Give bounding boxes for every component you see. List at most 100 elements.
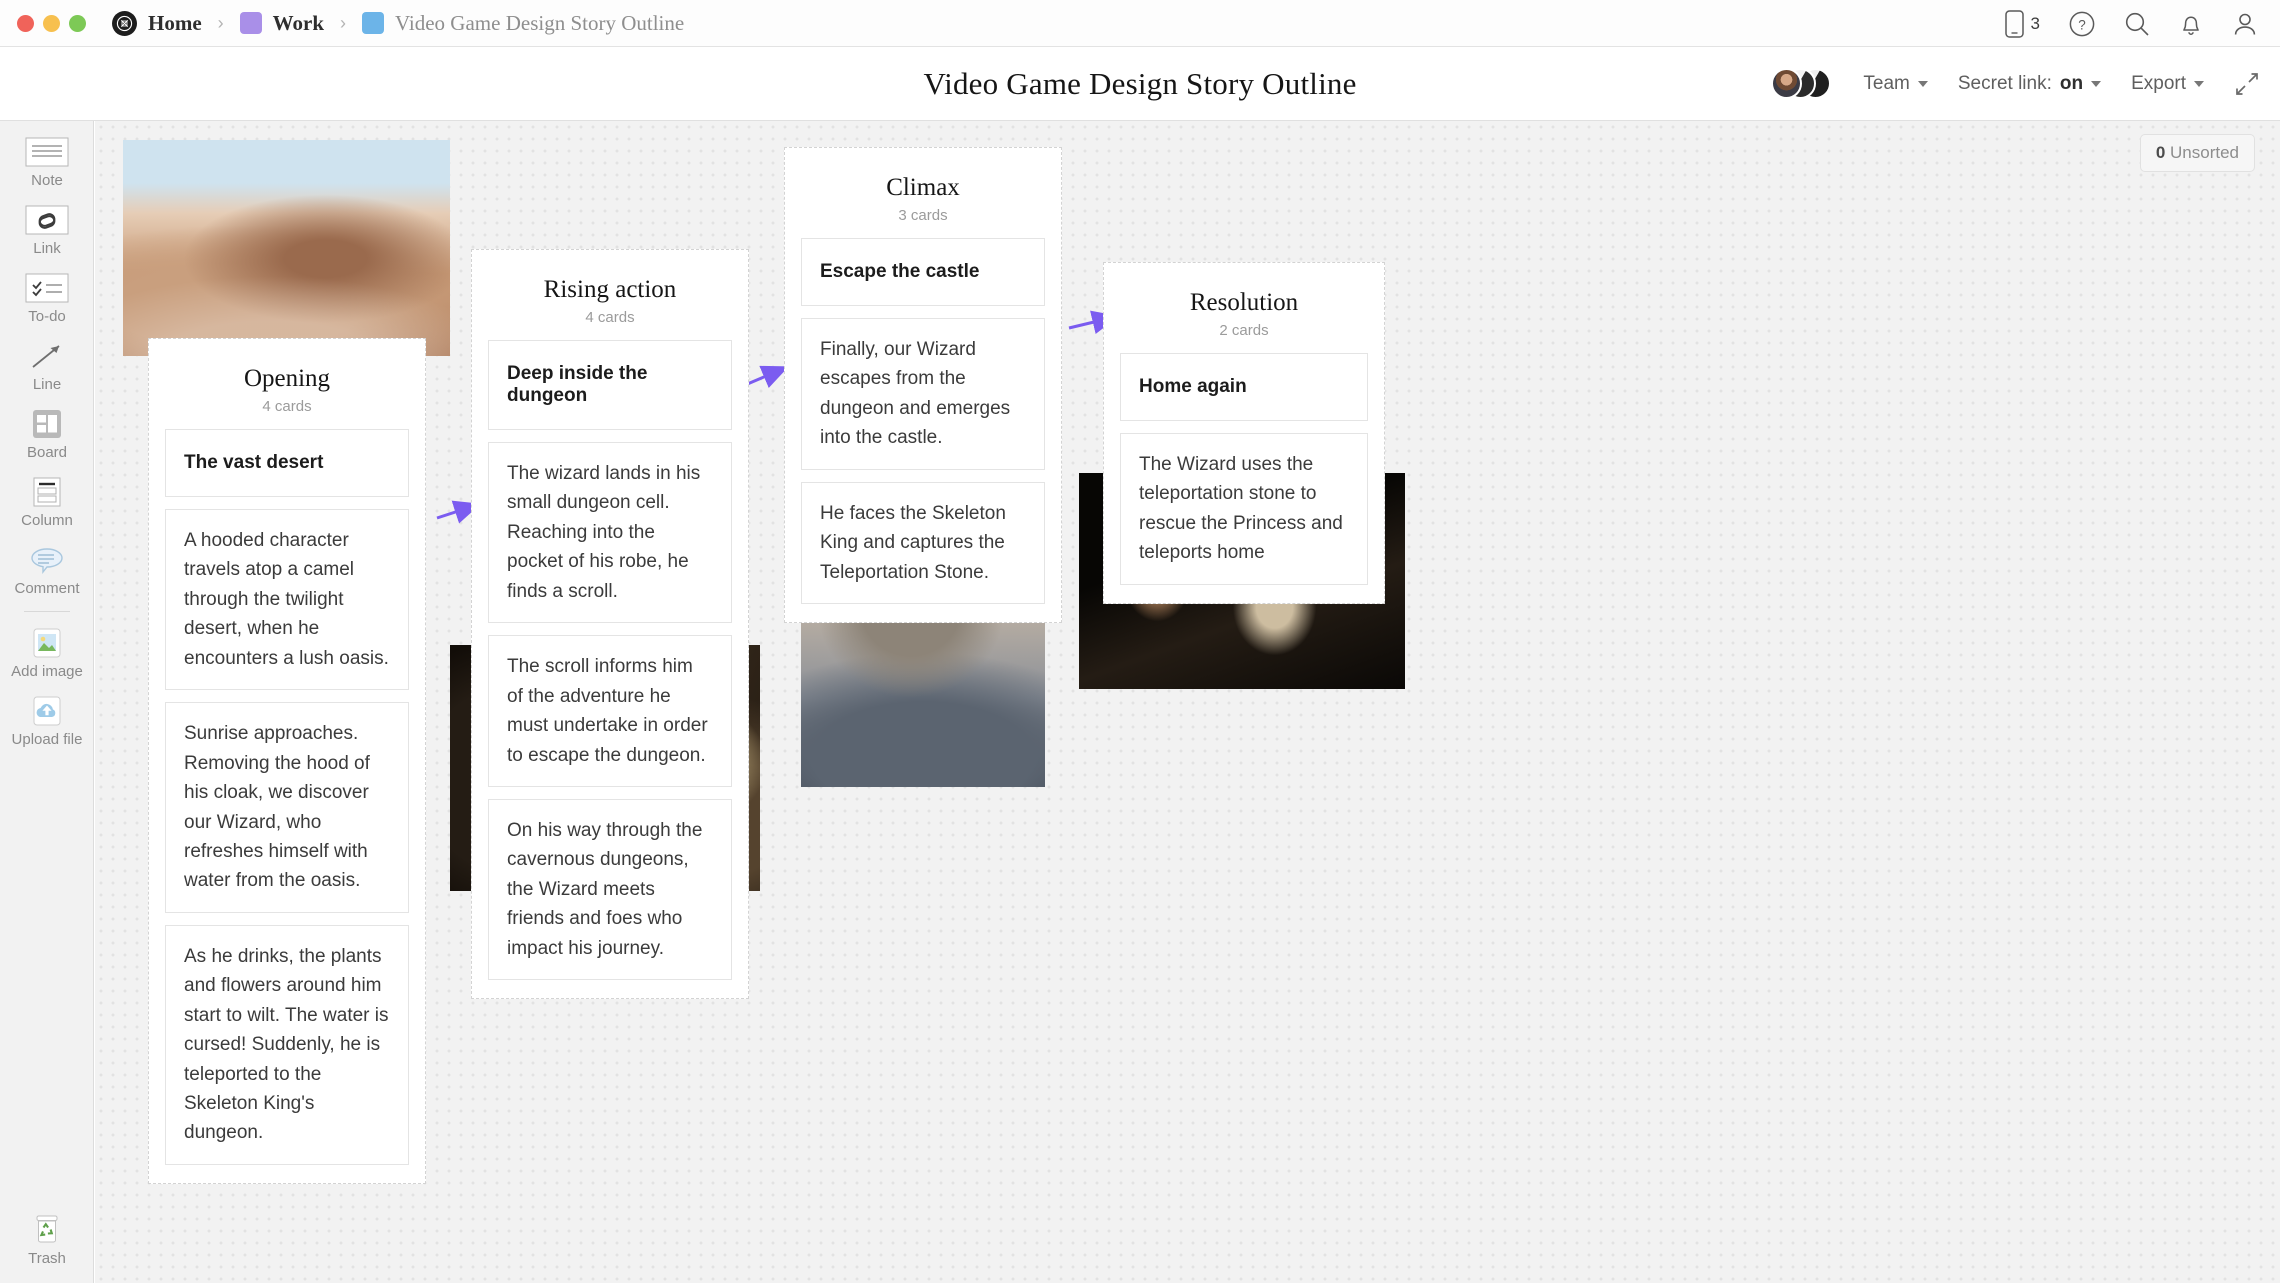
window-title-bar: Home › Work › Video Game Design Story Ou…	[0, 0, 2280, 47]
card-note[interactable]: A hooded character travels atop a camel …	[165, 509, 409, 690]
svg-text:?: ?	[2078, 17, 2086, 32]
card-note-text: As he drinks, the plants and flowers aro…	[184, 942, 390, 1148]
card-note[interactable]: Sunrise approaches. Removing the hood of…	[165, 702, 409, 913]
add-image-icon	[22, 626, 72, 659]
tool-add-image[interactable]: Add image	[0, 612, 94, 680]
card-note-text: The wizard lands in his small dungeon ce…	[507, 459, 713, 606]
milanote-logo-icon	[112, 11, 137, 36]
board-resolution[interactable]: Resolution 2 cards Home again The Wizard…	[1103, 262, 1385, 604]
card-title-text: Deep inside the dungeon	[507, 363, 713, 407]
card-title-item[interactable]: The vast desert	[165, 429, 409, 497]
tool-label: To-do	[0, 308, 94, 325]
secret-link-dropdown[interactable]: Secret link: on	[1958, 73, 2101, 95]
line-arrow-icon	[22, 339, 72, 372]
link-icon	[22, 203, 72, 236]
card-note[interactable]: Finally, our Wizard escapes from the dun…	[801, 318, 1045, 470]
tool-label: Upload file	[0, 731, 94, 748]
breadcrumb-label-current: Video Game Design Story Outline	[395, 11, 684, 36]
window-minimize-button[interactable]	[43, 15, 60, 32]
breadcrumb-label-home: Home	[148, 11, 202, 36]
unsorted-badge[interactable]: 0 Unsorted	[2140, 134, 2255, 172]
window-controls	[17, 15, 86, 32]
breadcrumb-item-home[interactable]: Home	[112, 11, 202, 36]
trash-recycle-icon	[22, 1213, 72, 1246]
card-note-text: Finally, our Wizard escapes from the dun…	[820, 335, 1026, 453]
window-close-button[interactable]	[17, 15, 34, 32]
card-note[interactable]: On his way through the cavernous dungeon…	[488, 799, 732, 980]
card-note[interactable]: The scroll informs him of the adventure …	[488, 635, 732, 787]
comment-icon	[22, 543, 72, 576]
tool-upload-file[interactable]: Upload file	[0, 680, 94, 748]
help-icon[interactable]: ?	[2069, 11, 2095, 37]
unsorted-count: 0	[2156, 143, 2165, 162]
board-title: Rising action	[488, 276, 732, 304]
board-title: Climax	[801, 174, 1045, 202]
board-opening[interactable]: Opening 4 cards The vast desert A hooded…	[148, 338, 426, 1184]
tool-label: Trash	[0, 1250, 94, 1267]
window-maximize-button[interactable]	[69, 15, 86, 32]
tool-label: Link	[0, 240, 94, 257]
desert-image[interactable]	[123, 140, 450, 356]
board-icon	[22, 407, 72, 440]
tool-trash[interactable]: Trash	[0, 1199, 94, 1267]
export-dropdown[interactable]: Export	[2131, 73, 2204, 95]
column-icon	[22, 475, 72, 508]
mobile-icon[interactable]: 3	[2005, 10, 2040, 38]
notifications-bell-icon[interactable]	[2179, 11, 2203, 37]
breadcrumb: Home › Work › Video Game Design Story Ou…	[112, 11, 684, 36]
card-title-item[interactable]: Escape the castle	[801, 238, 1045, 306]
chevron-down-icon	[2091, 81, 2101, 87]
secret-link-value: on	[2060, 73, 2083, 95]
chevron-down-icon	[2194, 81, 2204, 87]
board-climax[interactable]: Climax 3 cards Escape the castle Finally…	[784, 147, 1062, 623]
page-title: Video Game Design Story Outline	[923, 66, 1356, 102]
card-title-text: The vast desert	[184, 452, 390, 474]
card-note[interactable]: The Wizard uses the teleportation stone …	[1120, 433, 1368, 585]
expand-fullscreen-icon[interactable]	[2234, 71, 2260, 97]
card-title-item[interactable]: Home again	[1120, 353, 1368, 421]
tool-line[interactable]: Line	[0, 325, 94, 393]
tool-label: Add image	[0, 663, 94, 680]
board-canvas[interactable]: 0 Unsorted Opening 4 cards The vast dese…	[95, 121, 2280, 1283]
document-header-actions: Team Secret link: on Export	[1771, 47, 2260, 121]
tools-sidebar: Note Link To-do Line Board Column	[0, 121, 94, 1283]
breadcrumb-chip-current	[362, 12, 384, 34]
tool-note[interactable]: Note	[0, 121, 94, 189]
tool-todo[interactable]: To-do	[0, 257, 94, 325]
titlebar-actions: 3 ?	[2005, 0, 2258, 47]
tool-label: Comment	[0, 580, 94, 597]
card-note[interactable]: The wizard lands in his small dungeon ce…	[488, 442, 732, 623]
search-icon[interactable]	[2124, 11, 2150, 37]
secret-link-label: Secret link:	[1958, 73, 2052, 95]
collaborator-avatars[interactable]	[1771, 68, 1833, 100]
breadcrumb-item-current[interactable]: Video Game Design Story Outline	[362, 11, 684, 36]
card-note[interactable]: He faces the Skeleton King and captures …	[801, 482, 1045, 604]
tool-label: Line	[0, 376, 94, 393]
card-title-text: Home again	[1139, 376, 1349, 398]
note-icon	[22, 135, 72, 168]
card-note[interactable]: As he drinks, the plants and flowers aro…	[165, 925, 409, 1165]
upload-file-icon	[22, 694, 72, 727]
tool-label: Column	[0, 512, 94, 529]
card-title-item[interactable]: Deep inside the dungeon	[488, 340, 732, 430]
team-dropdown[interactable]: Team	[1863, 73, 1927, 95]
card-note-text: A hooded character travels atop a camel …	[184, 526, 390, 673]
tool-column[interactable]: Column	[0, 461, 94, 529]
account-person-icon[interactable]	[2232, 11, 2258, 37]
tool-board[interactable]: Board	[0, 393, 94, 461]
breadcrumb-separator: ›	[218, 13, 224, 34]
board-card-count: 4 cards	[165, 398, 409, 415]
tool-comment[interactable]: Comment	[0, 529, 94, 597]
board-title: Opening	[165, 365, 409, 393]
breadcrumb-item-work[interactable]: Work	[240, 11, 324, 36]
board-card-count: 3 cards	[801, 207, 1045, 224]
card-title-text: Escape the castle	[820, 261, 1026, 283]
card-note-text: On his way through the cavernous dungeon…	[507, 816, 713, 963]
board-rising-action[interactable]: Rising action 4 cards Deep inside the du…	[471, 249, 749, 999]
card-note-text: He faces the Skeleton King and captures …	[820, 499, 1026, 587]
tool-label: Board	[0, 444, 94, 461]
breadcrumb-separator: ›	[340, 13, 346, 34]
tool-link[interactable]: Link	[0, 189, 94, 257]
card-note-text: Sunrise approaches. Removing the hood of…	[184, 719, 390, 896]
board-card-count: 2 cards	[1120, 322, 1368, 339]
